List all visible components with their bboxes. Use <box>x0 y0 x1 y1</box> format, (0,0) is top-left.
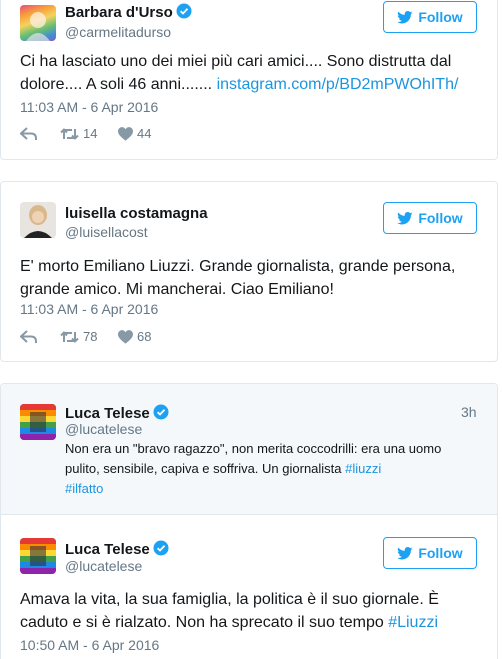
retweet-icon <box>60 127 79 140</box>
author-handle[interactable]: @lucatelese <box>65 558 142 574</box>
tweet-text: E' morto Emiliano Liuzzi. Grande giornal… <box>20 258 456 298</box>
tweet-text: Amava la vita, la sua famiglia, la polit… <box>20 588 490 634</box>
hashtag-link[interactable]: #Liuzzi <box>388 614 438 631</box>
retweet-count: 14 <box>83 126 98 141</box>
follow-label: Follow <box>418 210 463 226</box>
verified-icon <box>176 3 192 19</box>
reply-button[interactable] <box>20 329 60 344</box>
verified-icon <box>153 540 169 556</box>
tweet-actions: 78 68 <box>20 329 151 344</box>
author-name[interactable]: Barbara d'Urso <box>65 3 192 21</box>
follow-button[interactable]: Follow <box>383 202 477 234</box>
author-name[interactable]: Luca Telese <box>65 404 169 422</box>
avatar[interactable] <box>20 202 56 238</box>
twitter-bird-icon <box>397 10 413 23</box>
follow-label: Follow <box>418 9 463 25</box>
author-handle[interactable]: @carmelitadurso <box>65 24 171 40</box>
tweet-card: Luca Telese @lucatelese 3h Non era un "b… <box>0 383 498 659</box>
tweet-link[interactable]: instagram.com/p/BD2mPWOhITh/ <box>217 76 459 93</box>
tweet-actions: 14 44 <box>20 126 151 141</box>
reply-button[interactable] <box>20 126 60 141</box>
author-handle[interactable]: @luisellacost <box>65 224 148 240</box>
retweet-icon <box>60 330 79 343</box>
hashtag-link[interactable]: #liuzzi <box>345 461 381 476</box>
timestamp[interactable]: 10:50 AM - 6 Apr 2016 <box>20 637 159 653</box>
tweet-body: Amava la vita, la sua famiglia, la polit… <box>20 591 439 631</box>
quoted-tweet-text: Non era un "bravo ragazzo", non merita c… <box>65 439 475 499</box>
author-name[interactable]: Luca Telese <box>65 540 169 558</box>
tweet-card: Barbara d'Urso @carmelitadurso Follow Ci… <box>0 0 498 160</box>
profile-photo-icon <box>26 12 50 41</box>
author-name-text: Luca Telese <box>65 405 150 422</box>
timestamp[interactable]: 11:03 AM - 6 Apr 2016 <box>20 99 158 115</box>
author-handle[interactable]: @lucatelese <box>65 421 142 437</box>
tweet-text: Ci ha lasciato uno dei miei più cari ami… <box>20 50 490 96</box>
author-name-text: Luca Telese <box>65 541 150 558</box>
twitter-bird-icon <box>397 546 413 559</box>
like-button[interactable]: 44 <box>118 126 151 141</box>
follow-label: Follow <box>418 545 463 561</box>
retweet-button[interactable]: 14 <box>60 126 118 141</box>
like-count: 44 <box>137 126 152 141</box>
reply-icon <box>20 329 37 343</box>
like-count: 68 <box>137 329 152 344</box>
hashtag-link[interactable]: #ilfatto <box>65 481 103 496</box>
reply-icon <box>20 126 37 140</box>
heart-icon <box>118 329 133 344</box>
quoted-body: Non era un "bravo ragazzo", non merita c… <box>65 441 442 476</box>
quoted-tweet[interactable]: Luca Telese @lucatelese 3h Non era un "b… <box>1 384 497 515</box>
verified-icon <box>153 404 169 420</box>
follow-button[interactable]: Follow <box>383 537 477 569</box>
avatar[interactable] <box>20 5 56 41</box>
rainbow-flag-icon <box>20 404 56 440</box>
heart-icon <box>118 126 133 141</box>
tweet-card: luisella costamagna @luisellacost Follow… <box>0 181 498 362</box>
follow-button[interactable]: Follow <box>383 1 477 33</box>
avatar[interactable] <box>20 404 56 440</box>
retweet-button[interactable]: 78 <box>60 329 118 344</box>
author-name[interactable]: luisella costamagna <box>65 205 208 222</box>
like-button[interactable]: 68 <box>118 329 151 344</box>
avatar[interactable] <box>20 538 56 574</box>
profile-photo-icon <box>24 205 52 238</box>
rainbow-flag-icon <box>20 538 56 574</box>
retweet-count: 78 <box>83 329 98 344</box>
timestamp[interactable]: 11:03 AM - 6 Apr 2016 <box>20 301 158 317</box>
author-name-text: Barbara d'Urso <box>65 4 173 21</box>
twitter-bird-icon <box>397 211 413 224</box>
relative-time[interactable]: 3h <box>461 404 477 420</box>
